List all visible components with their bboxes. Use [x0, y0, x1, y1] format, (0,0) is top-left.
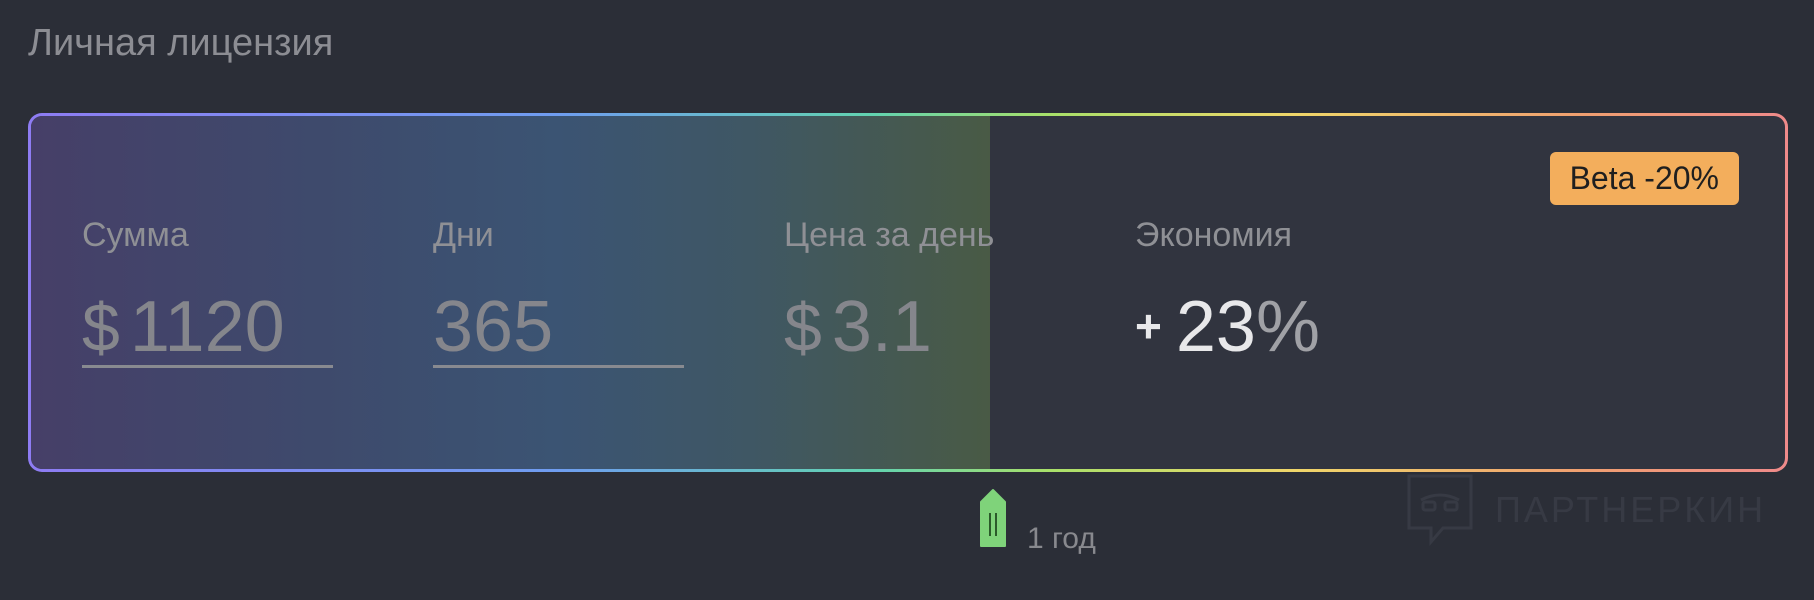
sum-value[interactable]: $1120	[82, 291, 342, 371]
watermark-text: ПАРТНЕРКИН	[1495, 488, 1767, 530]
price-per-day-amount: 3.1	[831, 287, 932, 367]
sum-field: Сумма $1120	[82, 216, 342, 368]
slider-label: 1 год	[1027, 522, 1096, 555]
savings-value: +23%	[1135, 291, 1395, 371]
beta-discount-badge: Beta -20%	[1549, 152, 1739, 205]
price-per-day-value: $3.1	[784, 291, 1044, 371]
slider-handle-icon[interactable]	[978, 488, 1008, 548]
days-value[interactable]: 365	[433, 291, 693, 371]
license-card: Beta -20% Сумма $1120 Дни 365 Цена за де…	[28, 113, 1788, 472]
savings-label: Экономия	[1135, 216, 1293, 254]
sum-label: Сумма	[82, 216, 189, 254]
days-label: Дни	[433, 216, 494, 254]
savings-field: Экономия +23%	[1135, 216, 1395, 371]
watermark: ПАРТНЕРКИН	[1405, 472, 1766, 547]
days-field: Дни 365	[433, 216, 693, 368]
sum-amount: 1120	[129, 287, 285, 367]
chat-mask-icon	[1407, 474, 1473, 547]
license-card-inner: Beta -20% Сумма $1120 Дни 365 Цена за де…	[31, 116, 1785, 469]
price-per-day-field: Цена за день $3.1	[784, 216, 1044, 371]
price-per-day-label: Цена за день	[784, 216, 995, 254]
price-per-day-currency: $	[784, 290, 822, 366]
savings-unit: %	[1255, 287, 1320, 367]
savings-amount: 23	[1175, 287, 1256, 367]
page-title: Личная лицензия	[28, 22, 334, 64]
savings-sign: +	[1135, 299, 1162, 352]
license-page: Личная лицензия Beta -20% Сумма $1120 Дн…	[0, 0, 1814, 600]
sum-currency: $	[82, 290, 120, 366]
